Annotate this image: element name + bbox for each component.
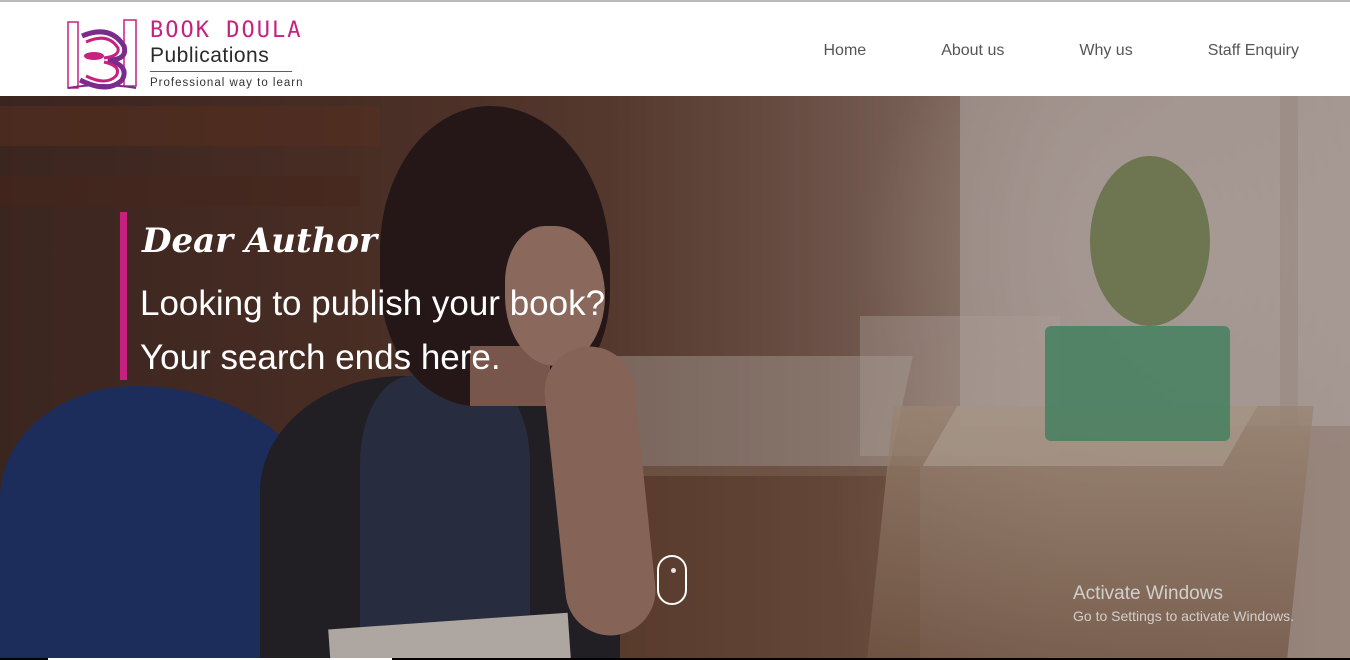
brand-tagline: Professional way to learn: [150, 77, 304, 89]
site-header: BOOK DOULA Publications Professional way…: [0, 0, 1350, 96]
nav-home-link[interactable]: Home: [824, 40, 867, 62]
mouse-scroll-icon[interactable]: [657, 555, 687, 605]
hero-accent-bar: [120, 212, 127, 380]
mouse-scroll-wheel: [671, 568, 676, 573]
activate-windows-subtitle: Go to Settings to activate Windows.: [1073, 608, 1294, 624]
activate-windows-watermark: Activate Windows Go to Settings to activ…: [1073, 582, 1294, 626]
brand-name-top: BOOK DOULA: [150, 18, 303, 43]
brand-name-bottom: Publications: [150, 44, 270, 67]
hero-banner: Dear Author Looking to publish your book…: [0, 96, 1350, 660]
nav-about-link[interactable]: About us: [941, 40, 1004, 62]
main-nav: Home About us Why us Staff Enquiry: [824, 40, 1300, 62]
hero-subtitle-line-1: Looking to publish your book?: [140, 284, 606, 323]
nav-staff-enquiry-link[interactable]: Staff Enquiry: [1208, 40, 1299, 62]
book-logo-icon: [67, 19, 137, 90]
hero-title: Dear Author: [142, 221, 378, 261]
page: BOOK DOULA Publications Professional way…: [0, 0, 1350, 660]
nav-why-us-link[interactable]: Why us: [1079, 40, 1132, 62]
brand-divider: [150, 71, 292, 72]
brand-text: BOOK DOULA Publications Professional way…: [150, 18, 303, 90]
activate-windows-title: Activate Windows: [1073, 583, 1223, 604]
hero-subtitle-line-2: Your search ends here.: [140, 338, 501, 377]
brand-logo[interactable]: BOOK DOULA Publications Professional way…: [64, 16, 344, 96]
